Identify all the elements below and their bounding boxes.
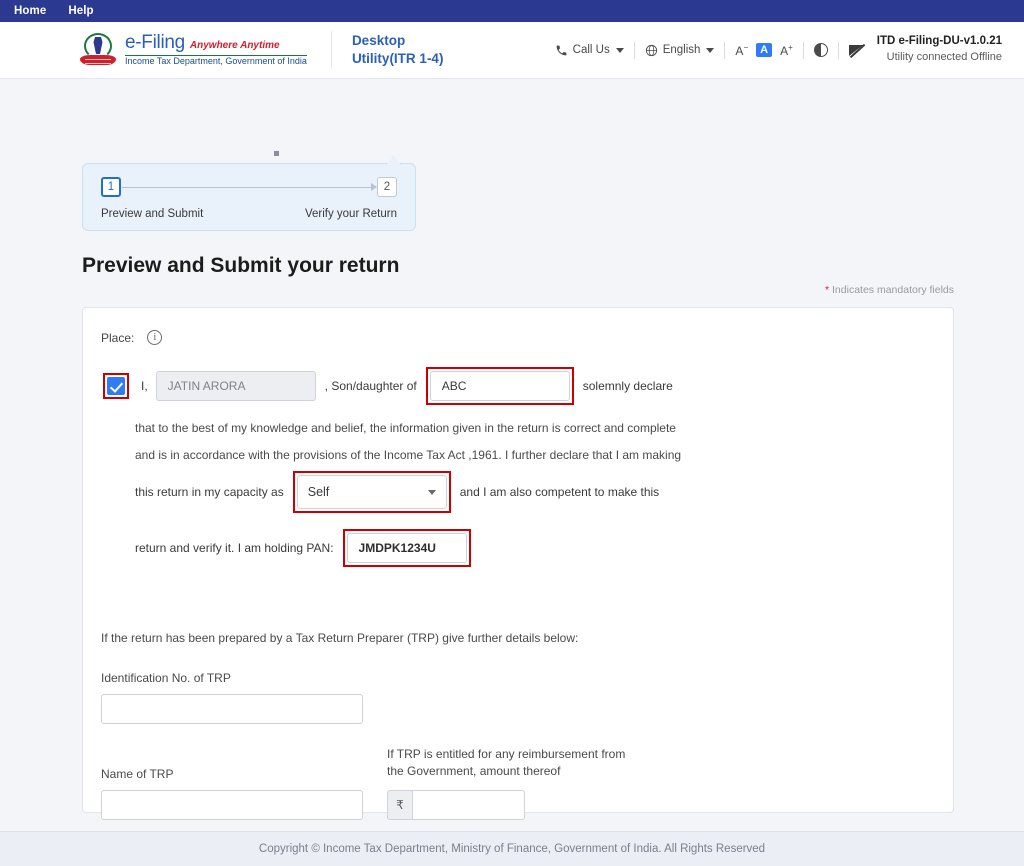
i-label: I, <box>141 379 148 393</box>
capacity-highlight: Self <box>292 471 451 513</box>
declaration-line-1: that to the best of my knowledge and bel… <box>135 421 676 435</box>
step-1-label: Preview and Submit <box>101 208 204 220</box>
son-daughter-label: , Son/daughter of <box>324 379 417 393</box>
place-row: Place: i <box>83 308 953 345</box>
header-utilities: Call Us English A− A A+ ITD e-Filing-DU-… <box>545 34 1002 65</box>
trp-name-group: Name of TRP If TRP is entitled for any r… <box>83 746 953 820</box>
mandatory-note-label: Indicates mandatory fields <box>832 284 954 296</box>
declaration-checkbox[interactable] <box>107 377 125 395</box>
version-info: ITD e-Filing-DU-v1.0.21 Utility connecte… <box>877 34 1002 65</box>
capacity-select-value: Self <box>307 485 330 499</box>
app-title-line1: Desktop <box>351 32 406 48</box>
declaration-card: Place: i I, JATIN ARORA , Son/daughter o… <box>82 307 954 820</box>
chevron-down-icon <box>615 47 624 53</box>
pan-highlight: JMDPK1234U <box>342 529 471 567</box>
checkbox-highlight <box>103 373 129 399</box>
brand-tagline: Anywhere Anytime <box>189 39 280 51</box>
pan-row: return and verify it. I am holding PAN: … <box>83 529 953 567</box>
solemnly-declare-label: solemnly declare <box>582 379 673 393</box>
trp-reimbursement-label: If TRP is entitled for any reimbursement… <box>387 747 626 779</box>
app-title-line2: Utility(ITR 1-4) <box>351 51 444 66</box>
trp-id-label: Identification No. of TRP <box>101 671 231 685</box>
brand-department-label: Income Tax Department, Government of Ind… <box>125 56 307 67</box>
trp-id-group: Identification No. of TRP <box>83 671 953 724</box>
top-navigation-bar: Home Help <box>0 0 1024 22</box>
rupee-icon: ₹ <box>387 789 412 820</box>
globe-icon <box>645 44 657 56</box>
capacity-row: this return in my capacity as Self and I… <box>83 471 953 513</box>
declaration-line-2: and is in accordance with the provisions… <box>135 448 682 462</box>
pan-prefix-label: return and verify it. I am holding PAN: <box>135 541 334 555</box>
connection-status: ITD e-Filing-DU-v1.0.21 Utility connecte… <box>839 34 1002 65</box>
father-name-highlight: ABC <box>425 367 574 405</box>
brand-efiling-label: e-Filing <box>125 31 185 53</box>
national-emblem-icon <box>80 32 116 68</box>
trp-name-input[interactable] <box>101 789 363 820</box>
connection-status-label: Utility connected Offline <box>886 51 1002 63</box>
step-connector <box>122 183 377 191</box>
trp-reimbursement-input[interactable] <box>412 789 525 820</box>
trp-id-input[interactable] <box>101 694 363 724</box>
mandatory-fields-note: * Indicates mandatory fields <box>825 284 954 296</box>
chevron-down-icon <box>706 47 715 53</box>
contrast-toggle[interactable] <box>804 43 838 57</box>
signal-offline-icon <box>848 43 866 58</box>
declaration-row: I, JATIN ARORA , Son/daughter of ABC sol… <box>83 345 953 405</box>
capacity-select[interactable]: Self <box>296 475 447 509</box>
declarant-name-field: JATIN ARORA <box>155 371 316 401</box>
font-decrease-button[interactable]: A− <box>735 43 748 58</box>
chevron-down-icon <box>427 489 436 495</box>
father-name-field[interactable]: ABC <box>429 371 570 401</box>
nav-link-help[interactable]: Help <box>68 5 93 17</box>
page-footer: Copyright © Income Tax Department, Minis… <box>0 831 1024 866</box>
language-dropdown[interactable]: English <box>635 44 725 57</box>
progress-stepper: 1 2 Preview and Submit Verify your Retur… <box>82 156 416 231</box>
info-icon[interactable]: i <box>147 330 163 345</box>
trp-reimbursement-group: ₹ <box>387 789 637 820</box>
font-normal-button[interactable]: A <box>756 43 773 57</box>
mandatory-star: * <box>825 284 830 296</box>
app-header: e-Filing Anywhere Anytime Income Tax Dep… <box>0 22 1024 79</box>
nav-link-home[interactable]: Home <box>14 5 46 17</box>
capacity-prefix-label: this return in my capacity as <box>135 485 284 499</box>
phone-icon <box>556 45 567 55</box>
page-title: Preview and Submit your return <box>82 254 400 277</box>
header-divider <box>330 31 332 69</box>
brand-text: e-Filing Anywhere Anytime Income Tax Dep… <box>125 31 307 67</box>
step-1-number[interactable]: 1 <box>101 177 121 197</box>
app-title: Desktop Utility(ITR 1-4) <box>352 32 444 68</box>
scroll-indicator <box>274 151 279 156</box>
place-label: Place: <box>101 330 135 345</box>
font-increase-button[interactable]: A+ <box>780 43 793 58</box>
call-us-label: Call Us <box>572 44 610 56</box>
version-label: ITD e-Filing-DU-v1.0.21 <box>876 35 1002 48</box>
call-us-dropdown[interactable]: Call Us <box>545 44 634 57</box>
capacity-suffix-label: and I am also competent to make this <box>459 485 660 499</box>
page-body: 1 2 Preview and Submit Verify your Retur… <box>0 79 1024 866</box>
trp-name-label: Name of TRP <box>101 766 174 781</box>
trp-note: If the return has been prepared by a Tax… <box>101 631 579 645</box>
contrast-icon <box>813 43 828 57</box>
step-2-number[interactable]: 2 <box>377 177 397 197</box>
pan-field: JMDPK1234U <box>346 533 467 563</box>
step-2-label: Verify your Return <box>304 208 397 220</box>
font-size-controls: A− A A+ <box>725 43 802 58</box>
copyright-label: Copyright © Income Tax Department, Minis… <box>258 843 766 855</box>
language-label: English <box>662 44 701 56</box>
brand-logo[interactable]: e-Filing Anywhere Anytime Income Tax Dep… <box>80 32 307 68</box>
